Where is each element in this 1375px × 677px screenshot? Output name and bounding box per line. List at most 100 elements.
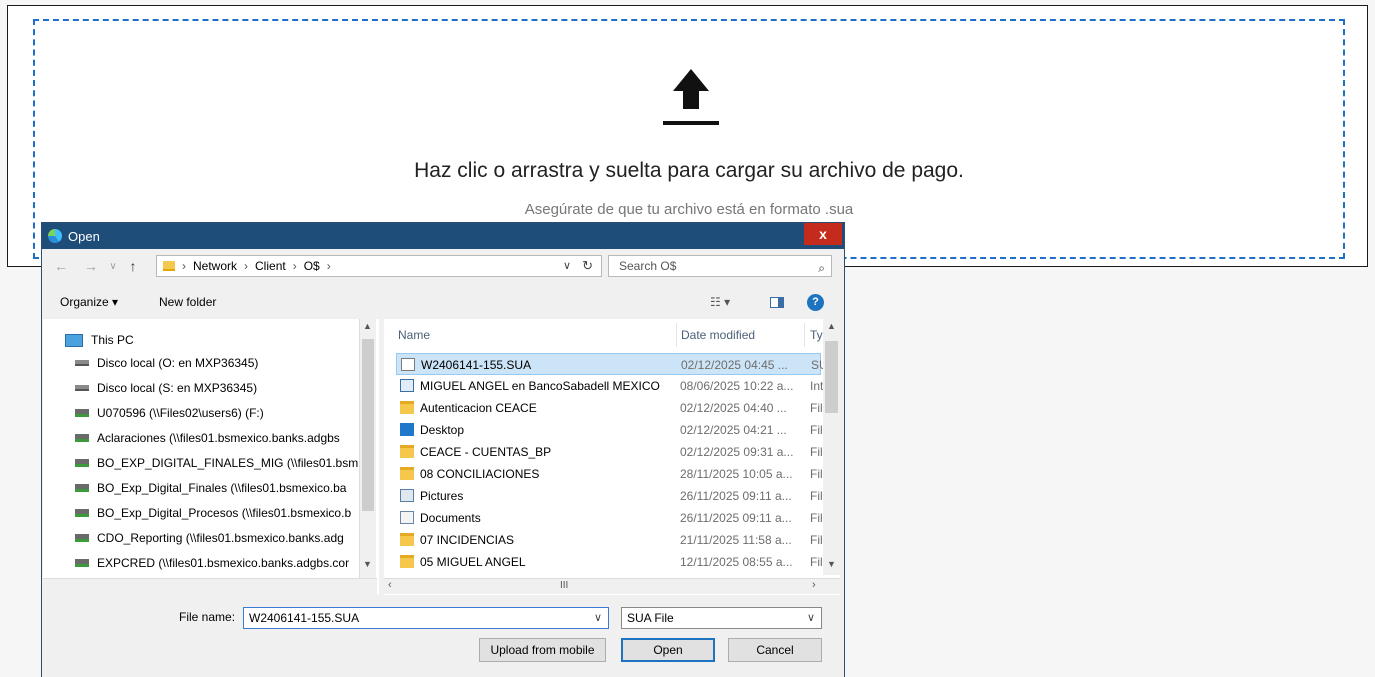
folder-icon [400, 533, 414, 546]
chevron-down-icon[interactable]: ∨ [807, 608, 815, 628]
path-dropdown-icon[interactable]: ∨ [563, 259, 571, 272]
column-name[interactable]: Name [398, 323, 430, 347]
organize-button[interactable]: Organize ▾ [60, 295, 118, 309]
nav-item-label: Disco local (S: en MXP36345) [97, 381, 258, 395]
file-name: CEACE - CUENTAS_BP [420, 445, 552, 459]
up-arrow-icon[interactable]: ↑ [124, 258, 142, 274]
file-row[interactable]: 07 INCIDENCIAS 21/11/2025 11:58 a... Fil [396, 529, 823, 551]
view-options-icon[interactable]: ☷ ▾ [710, 295, 730, 309]
breadcrumb-network[interactable]: Network [193, 259, 237, 273]
dialog-titlebar[interactable]: Open x [42, 223, 844, 249]
search-icon: ⌕ [818, 261, 825, 275]
column-date-modified[interactable]: Date modified [681, 323, 755, 347]
file-type: Fil [810, 423, 823, 437]
file-type-value: SUA File [627, 611, 674, 625]
file-date: 12/11/2025 08:55 a... [680, 555, 793, 569]
file-list-hscrollbar[interactable]: ‹ III › [384, 578, 840, 594]
scroll-up-icon[interactable]: ▲ [827, 321, 836, 331]
nav-scrollbar[interactable]: ▲ ▼ [359, 319, 376, 594]
nav-item-drive[interactable]: Disco local (S: en MXP36345) [75, 377, 257, 399]
dropzone-subtitle: Asegúrate de que tu archivo está en form… [524, 201, 854, 218]
nav-item-label: EXPCRED (\\files01.bsmexico.banks.adgbs.… [97, 556, 350, 570]
file-row[interactable]: MIGUEL ANGEL en BancoSabadell MEXICO 08/… [396, 375, 823, 397]
breadcrumb-client[interactable]: Client [255, 259, 286, 273]
folder-icon [400, 467, 414, 480]
hscroll-thumb[interactable]: III [560, 580, 568, 591]
preview-pane-icon[interactable] [770, 296, 784, 308]
nav-item-label: Disco local (O: en MXP36345) [97, 356, 259, 370]
file-date: 02/12/2025 04:21 ... [680, 423, 787, 437]
nav-item-network-drive[interactable]: BO_EXP_DIGITAL_FINALES_MIG (\\files01.bs… [75, 452, 358, 474]
forward-arrow-icon[interactable]: → [82, 258, 100, 274]
open-button[interactable]: Open [621, 638, 715, 662]
file-row[interactable]: Desktop 02/12/2025 04:21 ... Fil [396, 419, 823, 441]
file-row[interactable]: W2406141-155.SUA 02/12/2025 04:45 ... SU [396, 353, 828, 375]
network-drive-icon [75, 534, 89, 542]
nav-item-network-drive[interactable]: BO_Exp_Digital_Procesos (\\files01.bsmex… [75, 502, 351, 524]
scroll-down-icon[interactable]: ▼ [363, 559, 372, 569]
file-type: Fil [810, 467, 823, 481]
recent-chevron-icon[interactable]: ∨ [104, 261, 122, 272]
folder-icon [400, 401, 414, 414]
nav-item-network-drive[interactable]: CDO_Reporting (\\files01.bsmexico.banks.… [75, 527, 344, 549]
scroll-right-icon[interactable]: › [812, 579, 816, 591]
nav-item-network-drive[interactable]: Aclaraciones (\\files01.bsmexico.banks.a… [75, 427, 340, 449]
dialog-toolbar: Organize ▾ New folder ☷ ▾ ? [42, 289, 844, 315]
nav-item-this-pc[interactable]: This PC [65, 329, 134, 351]
file-list-scrollbar[interactable]: ▲ ▼ [823, 319, 840, 575]
file-row[interactable]: 05 MIGUEL ANGEL 12/11/2025 08:55 a... Fi… [396, 551, 823, 573]
address-bar: ← → ∨ ↑ › Network › Client › O$ › ∨ ↻ Se… [42, 253, 844, 279]
path-breadcrumb[interactable]: › Network › Client › O$ › ∨ ↻ [156, 255, 602, 277]
cancel-button[interactable]: Cancel [728, 638, 822, 662]
nav-hscrollbar[interactable] [43, 578, 377, 594]
nav-item-network-drive[interactable]: U070596 (\\Files02\users6) (F:) [75, 402, 264, 424]
nav-item-network-drive[interactable]: EXPCRED (\\files01.bsmexico.banks.adgbs.… [75, 552, 349, 574]
computer-icon [65, 333, 83, 347]
file-name-input[interactable]: W2406141-155.SUA ∨ [243, 607, 609, 629]
upload-from-mobile-button[interactable]: Upload from mobile [479, 638, 606, 662]
network-drive-icon [75, 484, 89, 492]
search-input[interactable]: Search O$ ⌕ [608, 255, 832, 277]
close-button[interactable]: x [804, 223, 842, 245]
scroll-thumb[interactable] [362, 339, 374, 511]
scroll-thumb[interactable] [825, 341, 838, 413]
file-name: 08 CONCILIACIONES [420, 467, 540, 481]
nav-item-drive[interactable]: Disco local (O: en MXP36345) [75, 352, 258, 374]
folder-icon [163, 261, 175, 271]
file-date: 28/11/2025 10:05 a... [680, 467, 793, 481]
back-arrow-icon[interactable]: ← [52, 258, 70, 274]
nav-item-label: BO_Exp_Digital_Procesos (\\files01.bsmex… [97, 506, 352, 520]
file-row[interactable]: Documents 26/11/2025 09:11 a... Fil [396, 507, 823, 529]
desktop-icon [400, 423, 414, 436]
help-icon[interactable]: ? [807, 293, 824, 311]
file-row[interactable]: CEACE - CUENTAS_BP 02/12/2025 09:31 a...… [396, 441, 823, 463]
nav-item-label: U070596 (\\Files02\users6) (F:) [97, 406, 264, 420]
scroll-left-icon[interactable]: ‹ [388, 579, 392, 591]
nav-item-label: This PC [91, 333, 134, 347]
file-type: Fil [810, 511, 823, 525]
new-folder-button[interactable]: New folder [159, 295, 216, 309]
file-date: 26/11/2025 09:11 a... [680, 511, 792, 525]
nav-item-label: BO_EXP_DIGITAL_FINALES_MIG (\\files01.bs… [97, 456, 359, 470]
file-name-value: W2406141-155.SUA [249, 611, 360, 625]
file-row[interactable]: Pictures 26/11/2025 09:11 a... Fil [396, 485, 823, 507]
file-name: MIGUEL ANGEL en BancoSabadell MEXICO [420, 379, 660, 393]
scroll-up-icon[interactable]: ▲ [363, 321, 372, 331]
documents-icon [400, 511, 414, 524]
file-date: 02/12/2025 04:40 ... [680, 401, 787, 415]
file-type: Fil [810, 401, 823, 415]
nav-item-network-drive[interactable]: BO_Exp_Digital_Finales (\\files01.bsmexi… [75, 477, 346, 499]
refresh-icon[interactable]: ↻ [582, 258, 593, 274]
chevron-down-icon[interactable]: ∨ [594, 608, 602, 628]
file-type-select[interactable]: SUA File ∨ [621, 607, 822, 629]
scroll-down-icon[interactable]: ▼ [827, 559, 836, 569]
folder-icon [400, 555, 414, 568]
file-type: Fil [810, 555, 823, 569]
network-drive-icon [75, 459, 89, 467]
breadcrumb-os[interactable]: O$ [304, 259, 320, 273]
column-type[interactable]: Ty [810, 323, 823, 347]
file-name: Pictures [420, 489, 464, 503]
file-type: Fil [810, 489, 823, 503]
file-row[interactable]: Autenticacion CEACE 02/12/2025 04:40 ...… [396, 397, 823, 419]
file-row[interactable]: 08 CONCILIACIONES 28/11/2025 10:05 a... … [396, 463, 823, 485]
